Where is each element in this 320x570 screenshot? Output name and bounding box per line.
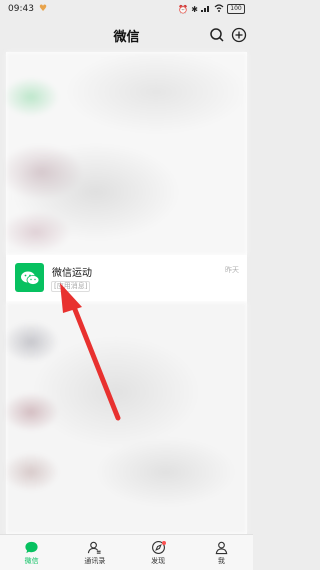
chat-item-name: 微信运动 [52,268,92,279]
tab-chats[interactable]: 微信 [0,535,63,570]
chat-item-preview: [应用消息] [51,281,91,292]
blurred-chat-list-bottom [6,302,247,534]
contacts-icon [88,541,101,554]
blurred-chat-list-top [6,52,247,255]
tab-label: 微信 [24,556,39,565]
chat-item-time: 昨天 [225,266,239,274]
tab-discover[interactable]: 发现 [127,535,190,570]
chat-icon [25,541,38,553]
wechat-logo-icon [15,263,44,292]
status-bar: 09:43 ♥ ⏰ ✱ 100 [0,0,253,18]
tab-label: 通讯录 [84,556,106,565]
battery-icon: 100 [227,4,245,14]
tab-label: 我 [217,556,225,565]
search-icon[interactable] [209,27,225,43]
tab-label: 发现 [151,556,166,565]
heart-icon: ♥ [38,4,48,14]
tab-contacts[interactable]: 通讯录 [63,535,126,570]
title-bar: 微信 [0,18,253,52]
status-time: 09:43 [8,4,34,14]
alarm-icon: ⏰ [178,4,189,14]
tab-me[interactable]: 我 [190,535,253,570]
chat-item-wechat-sport[interactable]: 微信运动 [应用消息] 昨天 [6,255,247,301]
chat-list: 微信运动 [应用消息] 昨天 [6,52,247,534]
wifi-icon [214,3,224,15]
person-icon [215,541,228,554]
signal-icon [201,4,211,15]
bottom-tab-bar: 微信 通讯录 发现 我 [0,534,253,570]
add-icon[interactable] [231,27,247,43]
page-title: 微信 [113,29,140,45]
bluetooth-icon: ✱ [191,4,198,14]
